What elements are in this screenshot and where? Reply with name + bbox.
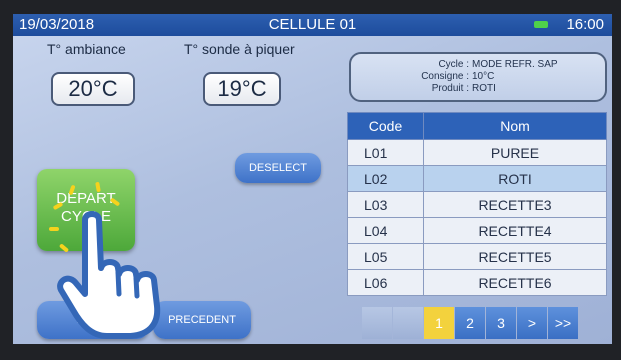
cycle-info-panel: Cycle : MODE REFR. SAP Consigne : 10°C P… [349,52,607,102]
probe-temp-value: 19°C [203,72,281,106]
table-row[interactable]: L03 RECETTE3 [347,191,607,218]
row-code[interactable]: L06 [347,269,424,296]
next-page-button[interactable]: > [517,307,547,339]
page-blank [393,307,423,339]
row-code[interactable]: L02 [347,165,424,192]
cycle-value: MODE REFR. SAP [472,59,558,70]
product-key: Produit : [431,83,469,94]
row-name[interactable]: PUREE [423,139,607,166]
page-blank [362,307,392,339]
column-header-code: Code [347,112,424,140]
row-code[interactable]: L05 [347,243,424,270]
row-name[interactable]: ROTI [423,165,607,192]
deselect-button[interactable]: DESELECT [235,153,321,183]
cycle-key: Cycle : [438,59,469,70]
table-row[interactable]: L01 PUREE [347,139,607,166]
row-name[interactable]: RECETTE4 [423,217,607,244]
battery-icon [534,21,548,28]
ambient-temp-value: 20°C [51,72,135,106]
status-bar: 19/03/2018 CELLULE 01 16:00 [13,14,612,36]
ambient-temp-label: T° ambiance [47,41,126,57]
row-code[interactable]: L04 [347,217,424,244]
product-value: ROTI [472,83,496,94]
page-1-button[interactable]: 1 [424,307,454,339]
row-code[interactable]: L03 [347,191,424,218]
row-name[interactable]: RECETTE6 [423,269,607,296]
table-row[interactable]: L05 RECETTE5 [347,243,607,270]
page-3-button[interactable]: 3 [486,307,516,339]
table-header-row: Code Nom [347,112,607,140]
pagination: 1 2 3 > >> [362,307,579,339]
table-row[interactable]: L04 RECETTE4 [347,217,607,244]
time-display: 16:00 [566,16,604,33]
probe-temp-label: T° sonde à piquer [184,41,295,57]
setpoint-key: Consigne : [421,71,469,82]
page-2-button[interactable]: 2 [455,307,485,339]
recipe-table: Code Nom L01 PUREE L02 ROTI L03 RECETTE3… [347,112,607,296]
page-title: CELLULE 01 [268,16,357,33]
row-name[interactable]: RECETTE3 [423,191,607,218]
setpoint-value: 10°C [472,71,495,82]
table-row[interactable]: L06 RECETTE6 [347,269,607,296]
row-name[interactable]: RECETTE5 [423,243,607,270]
last-page-button[interactable]: >> [548,307,578,339]
touch-screen: 19/03/2018 CELLULE 01 16:00 T° ambiance … [13,14,612,344]
column-header-nom: Nom [423,112,607,140]
table-row-selected[interactable]: L02 ROTI [347,165,607,192]
row-code[interactable]: L01 [347,139,424,166]
pointing-hand-icon [57,211,161,339]
